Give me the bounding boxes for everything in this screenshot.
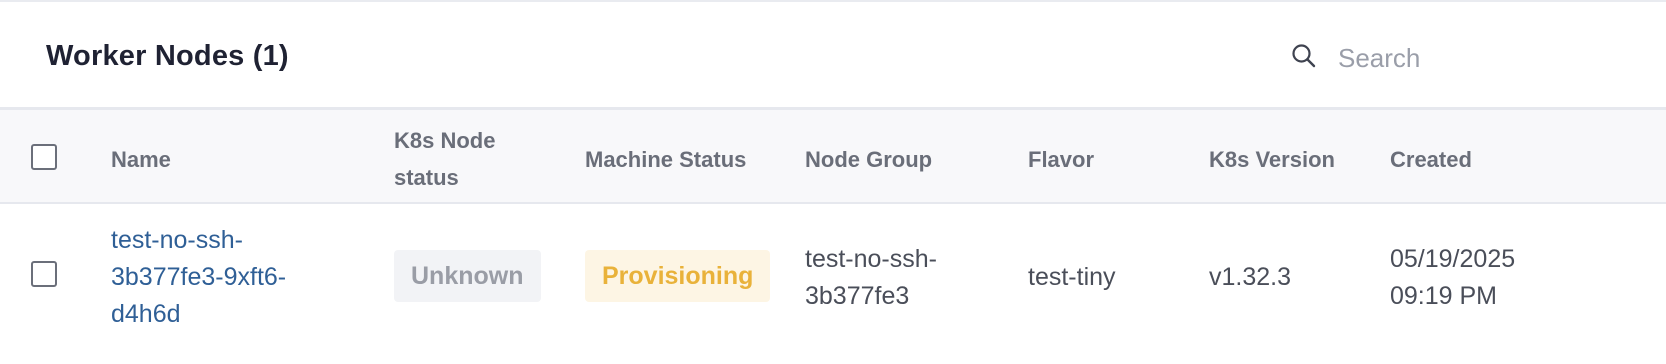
k8s-node-status-badge: Unknown [394, 250, 541, 302]
machine-status-badge: Provisioning [585, 250, 771, 302]
column-header-machine-status[interactable]: Machine Status [585, 141, 746, 178]
node-name-line3: d4h6d [111, 300, 181, 328]
column-header-k8s-node-status-line1: K8s Node [394, 128, 496, 153]
search-input[interactable] [1338, 40, 1658, 76]
column-header-flavor[interactable]: Flavor [1028, 141, 1094, 178]
table-header: Name K8s Node status Machine Status Node… [0, 110, 1666, 204]
worker-nodes-panel: Worker Nodes (1) Name K8s Node status Ma… [0, 0, 1666, 364]
column-header-k8s-version[interactable]: K8s Version [1209, 141, 1335, 178]
column-header-k8s-node-status[interactable]: K8s Node status [394, 122, 495, 196]
node-name-link[interactable]: test-no-ssh- 3b377fe3-9xft6- d4h6d [111, 222, 286, 333]
node-group-cell: test-no-ssh- 3b377fe3 [805, 241, 937, 315]
k8s-version-cell: v1.32.3 [1209, 263, 1292, 291]
node-name-line2: 3b377fe3-9xft6- [111, 263, 287, 291]
select-all-checkbox[interactable] [31, 144, 57, 170]
column-header-k8s-node-status-line2: status [394, 165, 459, 190]
search-box[interactable] [1290, 36, 1666, 80]
created-date: 05/19/2025 [1390, 245, 1516, 273]
panel-header: Worker Nodes (1) [0, 2, 1666, 110]
column-header-created[interactable]: Created [1390, 141, 1472, 178]
node-group-line2: 3b377fe3 [805, 282, 910, 310]
table-row[interactable]: test-no-ssh- 3b377fe3-9xft6- d4h6d Unkno… [0, 204, 1666, 364]
flavor-cell: test-tiny [1028, 263, 1116, 291]
page-title: Worker Nodes (1) [46, 40, 289, 72]
search-icon [1290, 42, 1318, 70]
node-group-line1: test-no-ssh- [805, 245, 937, 273]
row-checkbox[interactable] [31, 261, 57, 287]
created-cell: 05/19/2025 09:19 PM [1390, 241, 1515, 315]
column-header-node-group[interactable]: Node Group [805, 141, 932, 178]
created-time: 09:19 PM [1390, 282, 1498, 310]
column-header-name[interactable]: Name [111, 141, 171, 178]
node-name-line1: test-no-ssh- [111, 226, 243, 254]
